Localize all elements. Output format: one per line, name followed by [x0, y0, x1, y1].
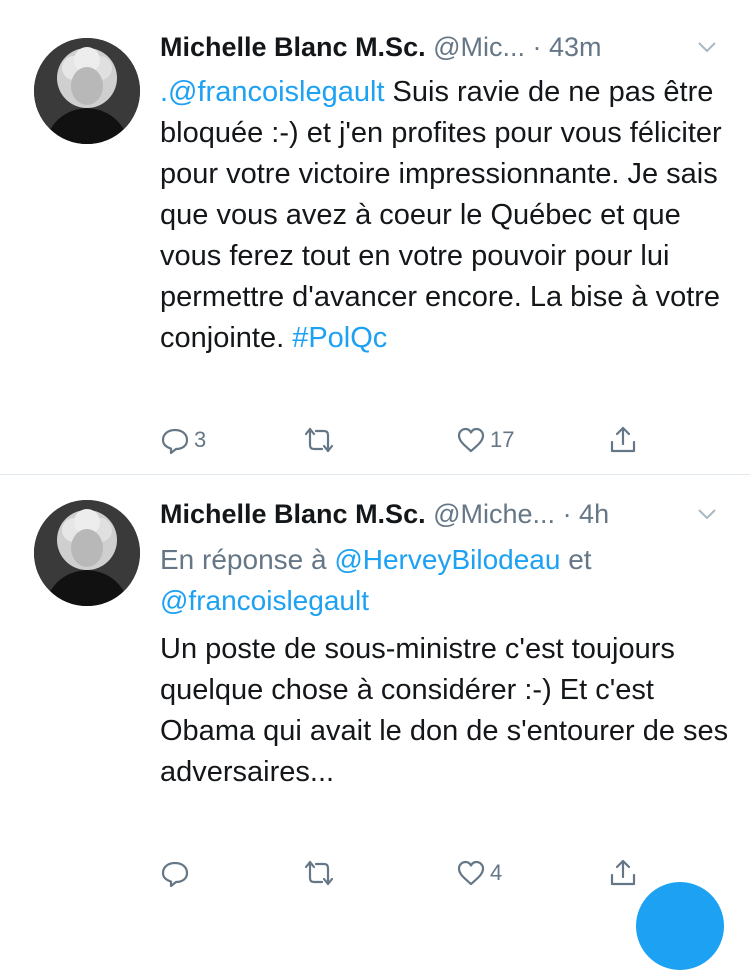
tweet[interactable]: Michelle Blanc M.Sc. @Mic... · 43m .@fra…	[0, 0, 750, 475]
tweet[interactable]: Michelle Blanc M.Sc. @Miche... · 4h En r…	[0, 475, 750, 909]
retweet-button[interactable]	[304, 855, 338, 891]
author-name[interactable]: Michelle Blanc M.Sc.	[160, 499, 426, 529]
share-icon	[610, 859, 636, 886]
share-button[interactable]	[608, 422, 638, 458]
like-button[interactable]: 17	[456, 422, 514, 458]
mention-link[interactable]: @HerveyBilodeau	[334, 544, 560, 575]
chevron-down-icon[interactable]	[696, 39, 718, 55]
timestamp[interactable]: · 43m	[533, 32, 602, 62]
retweet-icon	[304, 860, 334, 886]
reply-button[interactable]	[160, 855, 194, 891]
like-icon	[457, 860, 485, 886]
avatar[interactable]	[34, 38, 140, 144]
hashtag-link[interactable]: #PolQc	[292, 322, 387, 354]
author-handle[interactable]: @Miche...	[433, 499, 555, 529]
reply-count: 3	[194, 427, 207, 452]
reply-separator: et	[560, 544, 592, 575]
mention-link[interactable]: .@francoislegault	[160, 76, 385, 108]
mention-link[interactable]: @francoislegault	[160, 585, 369, 616]
like-button[interactable]: 4	[456, 855, 502, 891]
reply-context: En réponse à @HerveyBilodeau et @francoi…	[160, 539, 720, 621]
reply-icon	[161, 428, 189, 455]
tweet-actions: 4	[160, 855, 640, 891]
tweet-text: .@francoislegault Suis ravie de ne pas ê…	[160, 72, 730, 359]
like-count: 4	[490, 860, 503, 885]
like-icon	[457, 427, 485, 453]
tweet-header: Michelle Blanc M.Sc. @Miche... · 4h	[160, 494, 730, 534]
avatar[interactable]	[34, 500, 140, 606]
tweet-body: Suis ravie de ne pas être bloquée :-) et…	[160, 76, 722, 354]
timestamp[interactable]: · 4h	[563, 499, 610, 529]
tweet-body: Un poste de sous-ministre c'est toujours…	[160, 633, 729, 788]
tweet-actions: 3 17	[160, 422, 640, 458]
retweet-icon	[304, 427, 334, 453]
retweet-button[interactable]	[304, 422, 338, 458]
reply-icon	[161, 861, 189, 888]
reply-prefix: En réponse à	[160, 544, 335, 575]
author-name[interactable]: Michelle Blanc M.Sc.	[160, 32, 426, 62]
chevron-down-icon[interactable]	[696, 506, 718, 522]
author-handle[interactable]: @Mic...	[433, 32, 525, 62]
share-button[interactable]	[608, 855, 638, 891]
tweet-header: Michelle Blanc M.Sc. @Mic... · 43m	[160, 27, 730, 67]
reply-button[interactable]: 3	[160, 422, 206, 458]
share-icon	[610, 426, 636, 453]
compose-tweet-button[interactable]	[636, 882, 724, 970]
like-count: 17	[490, 427, 515, 452]
tweet-text: Un poste de sous-ministre c'est toujours…	[160, 629, 730, 793]
